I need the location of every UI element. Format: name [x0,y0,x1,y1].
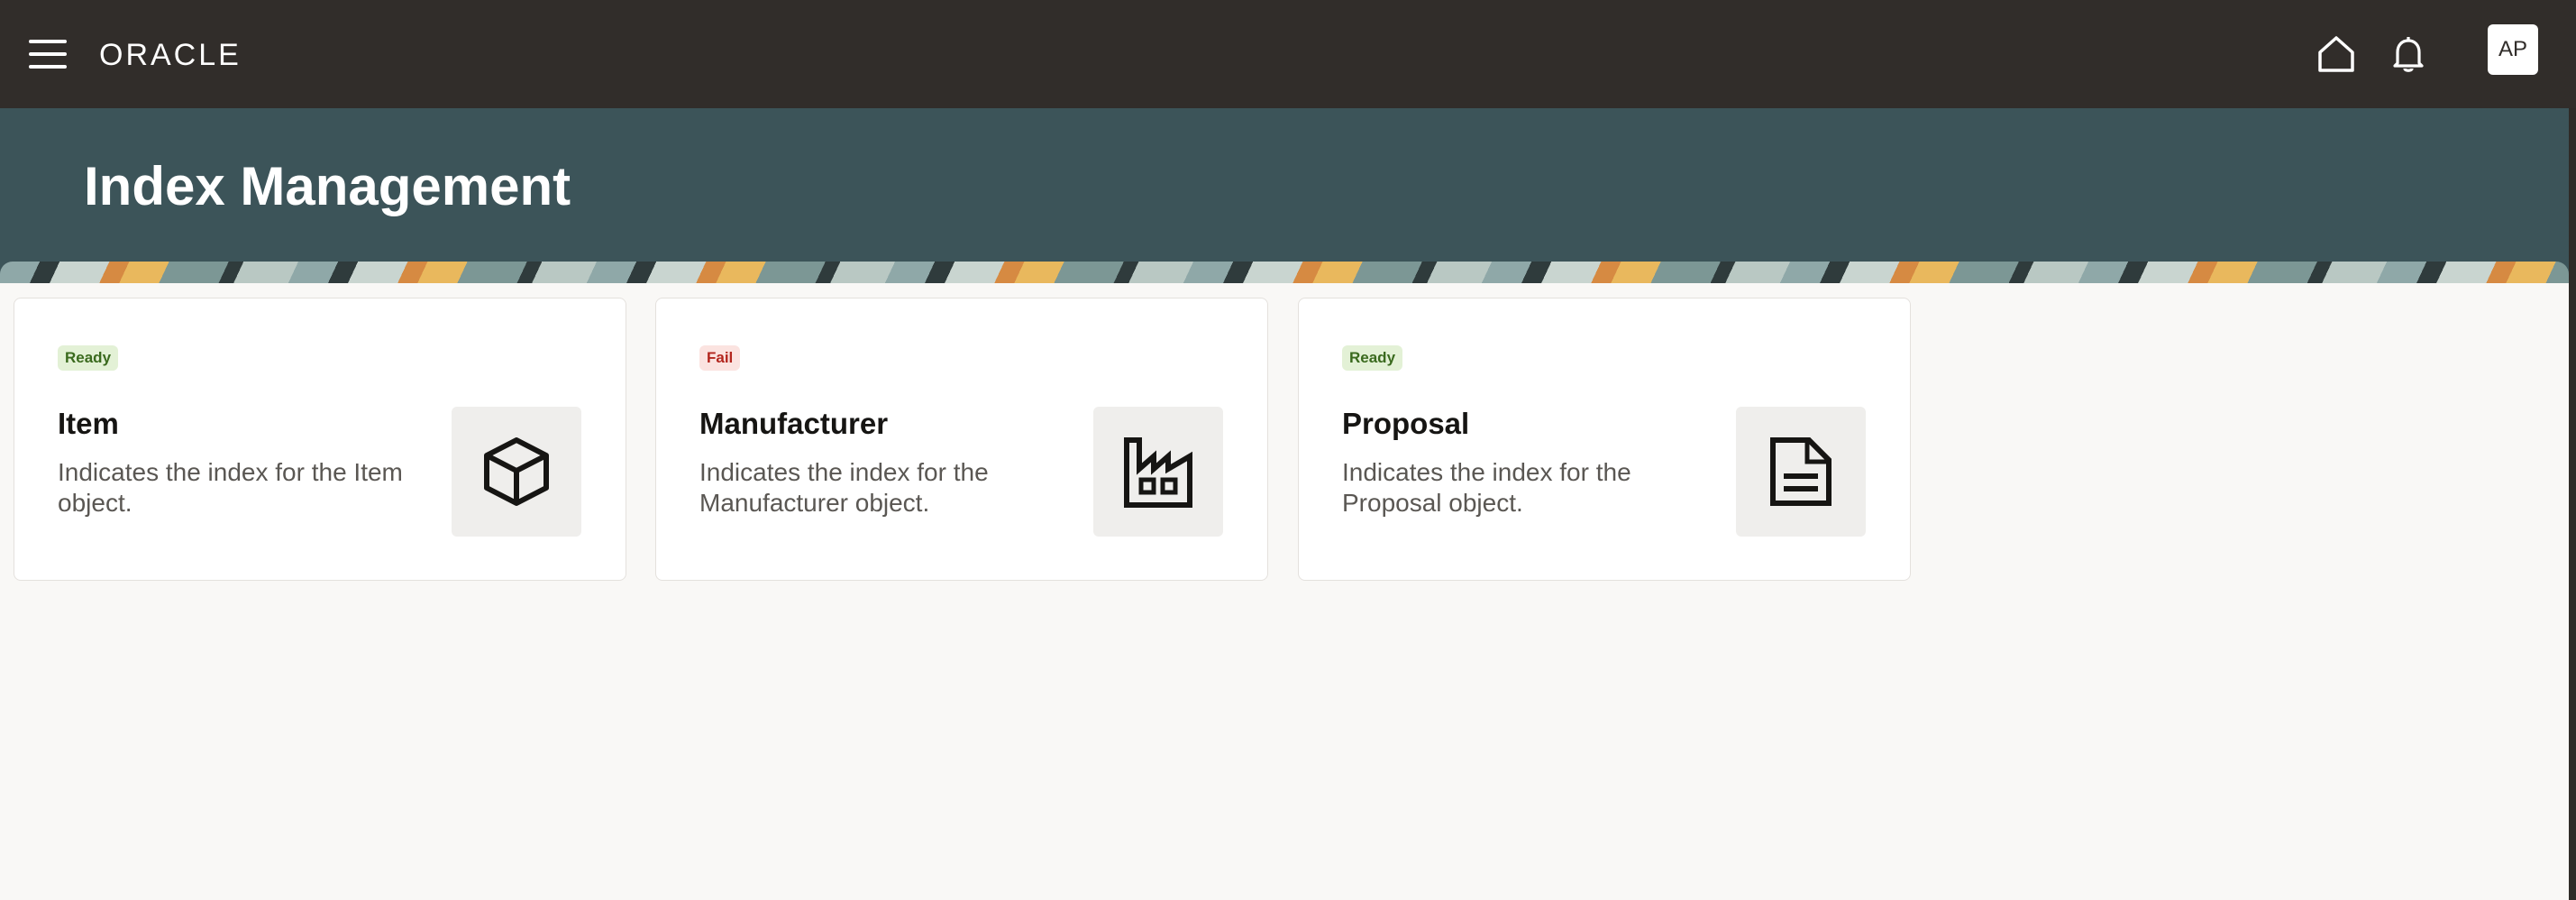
home-icon[interactable] [2313,31,2360,78]
card-icon-tile [452,407,581,537]
page-title: Index Management [84,156,571,216]
hamburger-menu-icon[interactable] [29,40,67,69]
status-badge: Ready [1342,345,1403,371]
card-title: Item [58,407,119,440]
card-icon-tile [1093,407,1223,537]
decorative-pattern-strip [0,262,2569,283]
top-navigation-bar: ORACLE AP [0,0,2576,108]
cube-icon [484,437,549,506]
avatar-initials: AP [2498,37,2527,61]
document-icon [1770,437,1832,506]
card-description: Indicates the index for the Proposal obj… [1342,458,1631,517]
index-card-manufacturer[interactable]: Fail Manufacturer Indicates the index fo… [655,298,1268,581]
bell-icon[interactable] [2385,31,2432,78]
card-description: Indicates the index for the Item object. [58,458,403,517]
index-card-proposal[interactable]: Ready Proposal Indicates the index for t… [1298,298,1911,581]
user-avatar[interactable]: AP [2488,24,2538,75]
card-title: Manufacturer [699,407,889,440]
card-icon-tile [1736,407,1866,537]
index-card-item[interactable]: Ready Item Indicates the index for the I… [14,298,626,581]
card-description: Indicates the index for the Manufacturer… [699,458,989,517]
card-title: Proposal [1342,407,1470,440]
status-badge: Fail [699,345,741,371]
window-edge [2569,108,2576,900]
status-badge: Ready [58,345,119,371]
oracle-logo[interactable]: ORACLE [99,36,279,74]
factory-icon [1124,437,1192,508]
